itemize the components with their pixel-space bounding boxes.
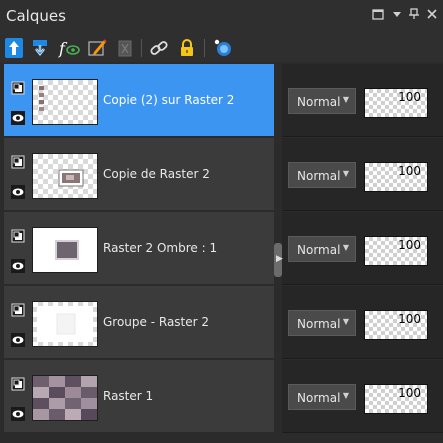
toolbar-separator — [141, 39, 142, 57]
layer-name[interactable]: Raster 1 — [103, 389, 153, 403]
layer-type-icon[interactable] — [11, 377, 25, 391]
layer-row-main[interactable]: Raster 1 — [4, 360, 274, 433]
opacity-field[interactable]: 100 — [364, 236, 428, 266]
layer-name[interactable]: Copie (2) sur Raster 2 — [103, 93, 234, 107]
blend-mode-value: Normal — [297, 391, 341, 405]
blend-mode-value: Normal — [297, 169, 341, 183]
visibility-eye-icon[interactable] — [11, 185, 25, 199]
layer-row-main[interactable]: Copie de Raster 2 — [4, 138, 274, 211]
svg-text:f: f — [58, 39, 68, 58]
layer-thumbnail — [32, 79, 98, 125]
layer-row[interactable]: Raster 1 Normal ▼ 100 — [0, 360, 443, 433]
chevron-down-icon: ▼ — [342, 169, 349, 178]
layers-list: Copie (2) sur Raster 2 Normal ▼ 100 Copi… — [0, 64, 443, 443]
visibility-eye-icon[interactable] — [11, 407, 25, 421]
new-adjustment-layer-icon[interactable]: f — [58, 37, 80, 59]
chevron-down-icon: ▼ — [342, 391, 349, 400]
blend-mode-dropdown[interactable]: Normal ▼ — [288, 162, 356, 188]
layer-type-icon[interactable] — [11, 229, 25, 243]
layer-row[interactable]: Groupe - Raster 2 Normal ▼ 100 — [0, 286, 443, 359]
opacity-field[interactable]: 100 — [364, 162, 428, 192]
blend-mode-value: Normal — [297, 95, 341, 109]
chevron-down-icon: ▼ — [342, 317, 349, 326]
menu-dropdown-icon[interactable] — [392, 8, 402, 24]
layers-toolbar: f — [0, 34, 443, 62]
layer-row-main[interactable]: Raster 2 Ombre : 1 — [4, 212, 274, 285]
visibility-eye-icon[interactable] — [11, 259, 25, 273]
opacity-value: 100 — [398, 164, 421, 178]
layer-type-icon[interactable] — [11, 81, 25, 95]
layer-row[interactable]: Raster 2 Ombre : 1 Normal ▼ 100 — [0, 212, 443, 285]
opacity-field[interactable]: 100 — [364, 384, 428, 414]
delete-layer-icon[interactable] — [114, 37, 136, 59]
layer-type-icon[interactable] — [11, 155, 25, 169]
new-vector-layer-icon[interactable] — [30, 37, 52, 59]
chevron-down-icon: ▼ — [342, 243, 349, 252]
blend-mode-dropdown[interactable]: Normal ▼ — [288, 384, 356, 410]
edit-layer-icon[interactable] — [86, 37, 108, 59]
layer-name[interactable]: Raster 2 Ombre : 1 — [103, 241, 217, 255]
blend-mode-value: Normal — [297, 317, 341, 331]
opacity-field[interactable]: 100 — [364, 88, 428, 118]
layer-row-properties: Normal ▼ 100 — [282, 64, 443, 137]
opacity-value: 100 — [398, 386, 421, 400]
lock-layer-icon[interactable] — [176, 37, 198, 59]
visibility-eye-icon[interactable] — [11, 333, 25, 347]
layer-row[interactable]: Copie (2) sur Raster 2 Normal ▼ 100 — [0, 64, 443, 137]
new-raster-layer-icon[interactable] — [3, 37, 25, 59]
layer-visibility-icon[interactable] — [212, 37, 234, 59]
pin-icon[interactable] — [408, 8, 420, 24]
layer-thumbnail — [32, 375, 98, 421]
layer-row-main[interactable]: Groupe - Raster 2 — [4, 286, 274, 359]
layer-name[interactable]: Copie de Raster 2 — [103, 167, 210, 181]
blend-mode-dropdown[interactable]: Normal ▼ — [288, 88, 356, 114]
visibility-eye-icon[interactable] — [11, 111, 25, 125]
layer-row-properties: Normal ▼ 100 — [282, 360, 443, 433]
layer-row-properties: Normal ▼ 100 — [282, 212, 443, 285]
chevron-right-icon: ▶ — [276, 254, 283, 264]
opacity-value: 100 — [398, 90, 421, 104]
layer-row-main[interactable]: Copie (2) sur Raster 2 — [4, 64, 274, 137]
restore-icon[interactable] — [372, 8, 384, 24]
opacity-value: 100 — [398, 312, 421, 326]
panel-title-bar: Calques — [0, 0, 443, 34]
toolbar-separator — [204, 39, 205, 57]
layer-thumbnail — [32, 301, 98, 347]
layer-thumbnail — [32, 153, 98, 199]
layer-row-properties: Normal ▼ 100 — [282, 138, 443, 211]
layer-row[interactable]: Copie de Raster 2 Normal ▼ 100 — [0, 138, 443, 211]
layer-thumbnail — [32, 227, 98, 273]
panel-title: Calques — [6, 7, 66, 25]
blend-mode-value: Normal — [297, 243, 341, 257]
blend-mode-dropdown[interactable]: Normal ▼ — [288, 310, 356, 336]
close-icon[interactable] — [426, 8, 438, 24]
blend-mode-dropdown[interactable]: Normal ▼ — [288, 236, 356, 262]
layer-type-icon[interactable] — [11, 303, 25, 317]
layer-row-properties: Normal ▼ 100 — [282, 286, 443, 359]
link-layers-icon[interactable] — [148, 37, 170, 59]
opacity-value: 100 — [398, 238, 421, 252]
opacity-field[interactable]: 100 — [364, 310, 428, 340]
chevron-down-icon: ▼ — [342, 95, 349, 104]
layer-name[interactable]: Groupe - Raster 2 — [103, 315, 209, 329]
